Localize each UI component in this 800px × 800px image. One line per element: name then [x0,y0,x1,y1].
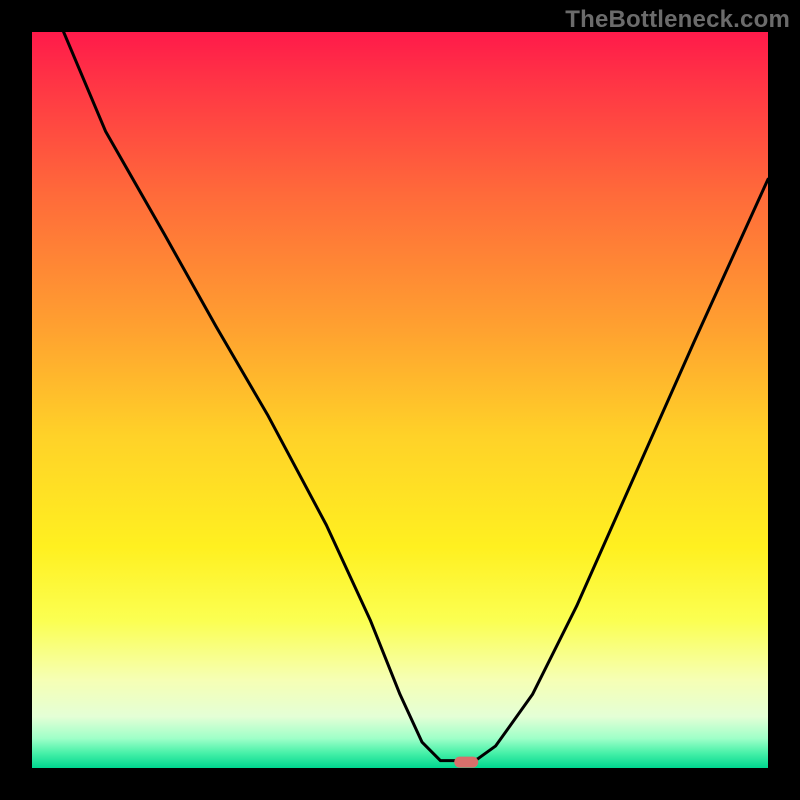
plot-area [32,32,768,768]
minimum-marker [454,757,478,768]
watermark-text: TheBottleneck.com [565,6,790,34]
chart-container: TheBottleneck.com [0,0,800,800]
bottleneck-curve [64,32,768,761]
curve-layer [32,32,768,768]
